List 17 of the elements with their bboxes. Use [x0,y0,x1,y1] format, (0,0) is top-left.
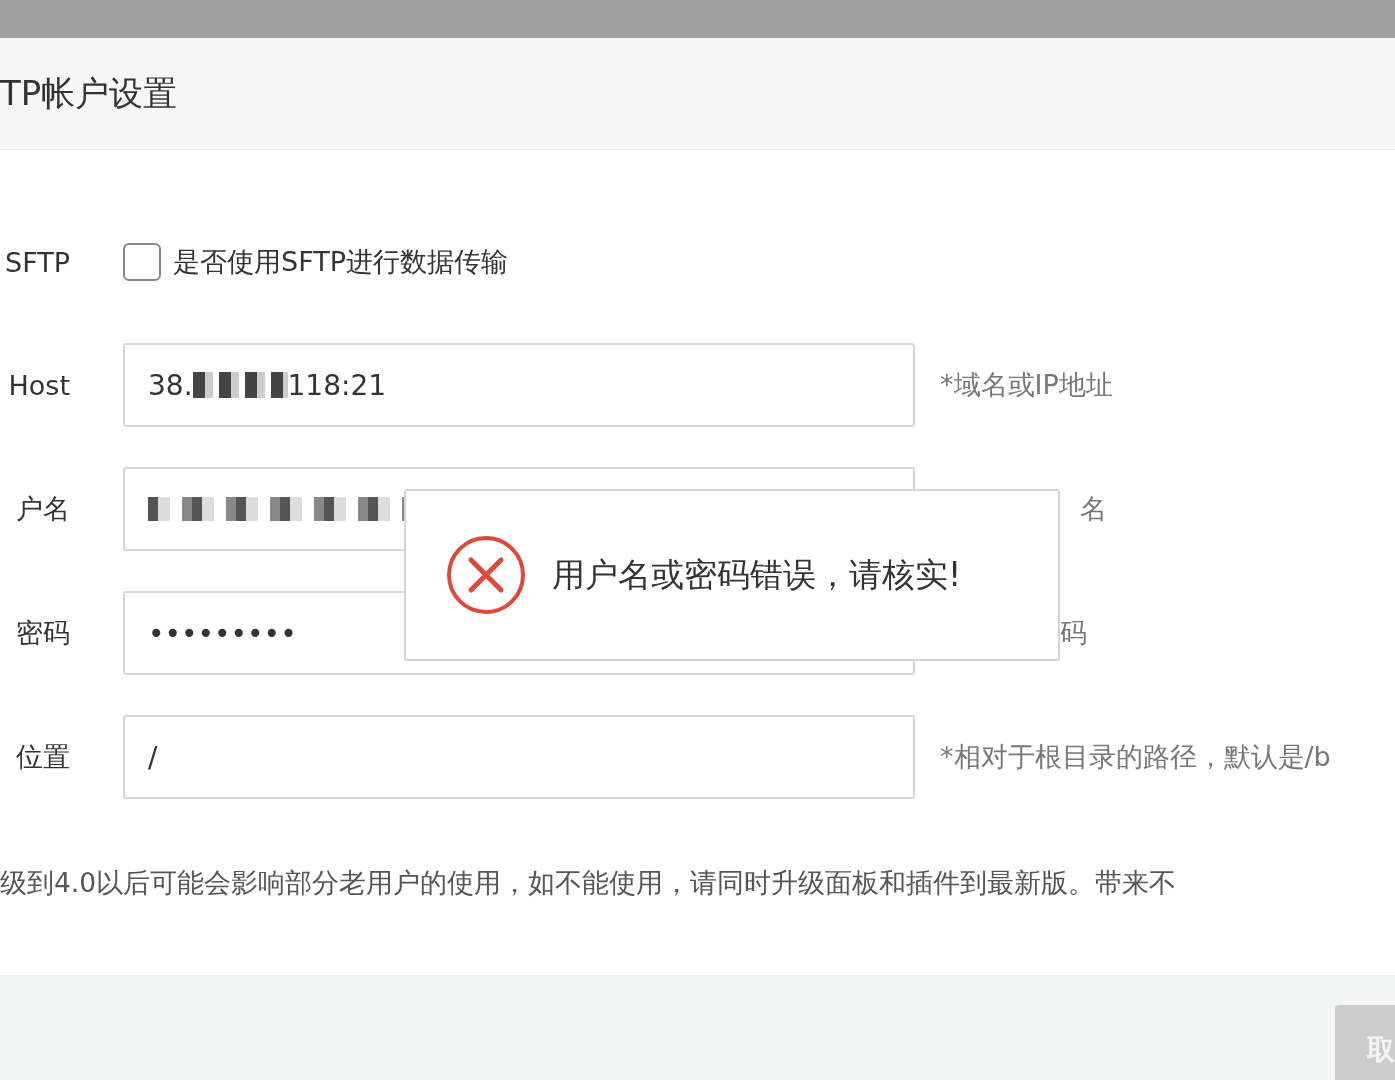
error-message: 用户名或密码错误，请核实! [552,553,962,596]
field-label: Host [7,369,70,401]
dialog-title: TP帐户设置 [0,71,178,115]
field-hint: *域名或IP地址 [940,368,1113,402]
checkbox[interactable] [123,243,161,281]
field-hint: 名 [1080,492,1107,526]
field-label: 密码 [15,616,70,650]
error-icon [446,535,526,615]
checkbox-label: 是否使用SFTP进行数据传输 [173,245,508,279]
field-hint: *相对于根目录的路径，默认是/b [940,740,1331,774]
field-label: 位置 [15,740,70,774]
input-field[interactable]: 38. 118:21 [123,343,915,427]
input-field[interactable]: / [123,715,915,799]
field-hint: 码 [1060,616,1087,650]
field-label: SFTP [4,246,70,278]
notice-text: 级到4.0以后可能会影响部分老用户的使用，如不能使用，请同时升级面板和插件到最新版。带来不 [0,866,1178,900]
field-label: 户名 [15,492,70,526]
